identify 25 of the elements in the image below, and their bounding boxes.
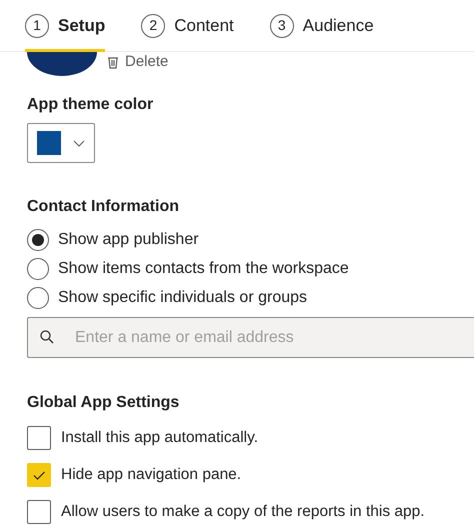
step-number: 2: [141, 14, 166, 38]
chevron-down-icon: [73, 140, 85, 146]
step-tab[interactable]: 2 Content: [141, 0, 234, 52]
check-icon: [33, 470, 45, 480]
radio-option[interactable]: Show app publisher: [27, 228, 474, 251]
checkbox[interactable]: [27, 463, 51, 487]
color-picker[interactable]: [27, 123, 95, 163]
checkbox-option[interactable]: Install this app automatically.: [27, 426, 474, 450]
checkbox[interactable]: [27, 426, 51, 450]
radio-option[interactable]: Show specific individuals or groups: [27, 286, 474, 309]
search-icon: [40, 330, 54, 344]
checkbox[interactable]: [27, 500, 51, 524]
checkbox-option[interactable]: Allow users to make a copy of the reports in this app.: [27, 500, 474, 524]
logo-icon: [27, 52, 97, 76]
section-title: Global App Settings: [27, 393, 180, 413]
section-title: Contact Information: [27, 197, 180, 217]
radio-option[interactable]: Show items contacts from the workspace: [27, 257, 474, 280]
trash-icon: [107, 55, 119, 70]
section-title: App theme color: [27, 95, 154, 115]
step-tab[interactable]: 3 Audience: [270, 0, 374, 52]
checkbox-option[interactable]: Hide app navigation pane.: [27, 463, 474, 487]
step-number: 3: [270, 14, 294, 38]
search-field[interactable]: Enter a name or email address: [27, 317, 474, 358]
step-number: 1: [25, 14, 49, 38]
delete-button[interactable]: Delete: [107, 51, 168, 74]
